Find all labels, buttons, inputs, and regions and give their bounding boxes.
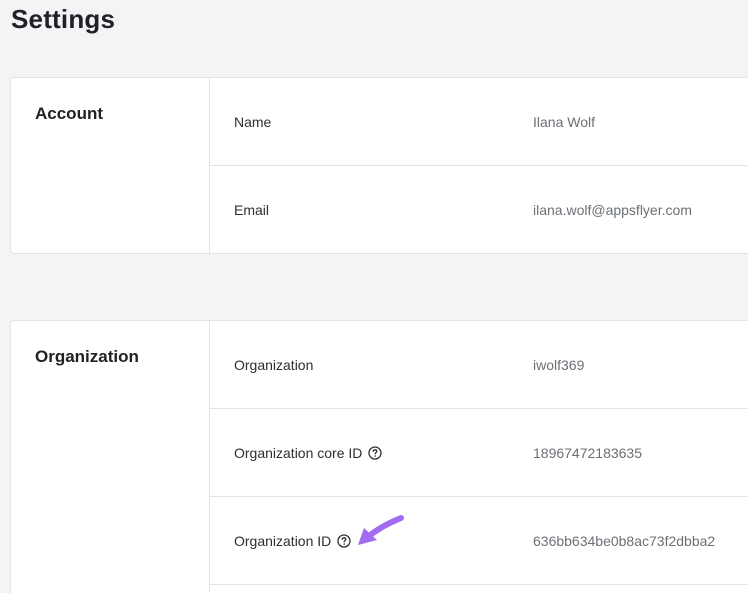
account-row-name: Name Ilana Wolf — [210, 78, 748, 166]
organization-card: Organization Organization iwolf369 Organ… — [10, 320, 748, 593]
core-id-value: 18967472183635 — [533, 444, 643, 461]
name-value: Ilana Wolf — [533, 113, 595, 130]
organization-label-text: Organization — [234, 356, 314, 373]
organization-value: iwolf369 — [533, 356, 585, 373]
page-title: Settings — [11, 4, 116, 34]
account-fields: Name Ilana Wolf Email ilana.wolf@appsfly… — [210, 78, 748, 253]
name-label: Name — [234, 114, 271, 130]
account-section-header: Account — [11, 78, 210, 253]
name-label-text: Name — [234, 113, 272, 130]
annotation-arrow-icon — [358, 515, 404, 545]
settings-page: Settings Account Name Ilana Wolf Email i… — [0, 0, 748, 593]
core-id-label-text: Organization core ID — [234, 444, 363, 461]
help-circle-icon[interactable] — [337, 533, 351, 548]
org-row-core-id: Organization core ID 18967472183635 — [210, 409, 748, 497]
org-row-org-id: Organization ID 636bb634be0b8ac73f2dbba2 — [210, 497, 748, 585]
core-id-label: Organization core ID — [234, 444, 383, 461]
account-section-title: Account — [35, 104, 103, 123]
email-value: ilana.wolf@appsflyer.com — [533, 201, 692, 218]
org-id-value: 636bb634be0b8ac73f2dbba2 — [533, 532, 716, 549]
email-label-text: Email — [234, 201, 270, 218]
account-card: Account Name Ilana Wolf Email ilana.wolf… — [10, 77, 748, 254]
help-circle-icon[interactable] — [368, 445, 383, 460]
organization-section-title: Organization — [35, 347, 139, 366]
organization-fields: Organization iwolf369 Organization core … — [210, 321, 748, 593]
account-row-email: Email ilana.wolf@appsflyer.com — [210, 166, 748, 253]
email-label: Email — [234, 202, 269, 218]
org-id-label: Organization ID — [234, 533, 351, 549]
organization-section-header: Organization — [11, 321, 210, 593]
org-row-organization: Organization iwolf369 — [210, 321, 748, 409]
organization-label: Organization — [234, 357, 313, 373]
org-id-label-text: Organization ID — [234, 532, 332, 549]
